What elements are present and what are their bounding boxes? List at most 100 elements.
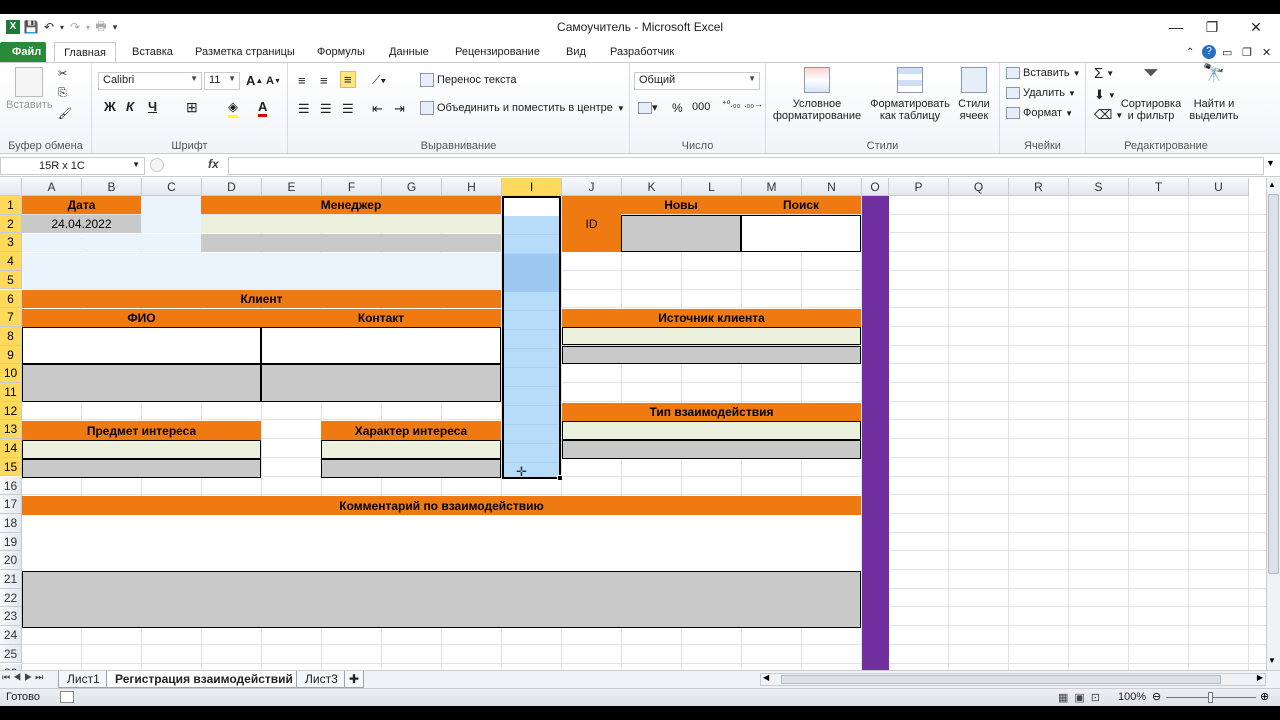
zoom-slider-thumb[interactable] xyxy=(1208,692,1213,703)
column-header-f[interactable]: F xyxy=(322,178,382,196)
contact-header[interactable]: Контакт xyxy=(261,309,501,327)
column-header-d[interactable]: D xyxy=(202,178,262,196)
zoom-level[interactable]: 100% xyxy=(1118,691,1146,703)
column-header-m[interactable]: M xyxy=(742,178,802,196)
row-header-3[interactable]: 3 xyxy=(0,233,22,253)
column-header-r[interactable]: R xyxy=(1009,178,1069,196)
column-header-a[interactable]: A xyxy=(22,178,82,196)
tab-developer[interactable]: Разработчик xyxy=(604,42,680,62)
align-center-icon[interactable]: ☰ xyxy=(320,101,332,117)
manager-value-2[interactable] xyxy=(201,234,501,252)
row-header-13[interactable]: 13 xyxy=(0,420,22,440)
align-left-icon[interactable]: ☰ xyxy=(298,101,310,117)
date-header[interactable]: Дата xyxy=(22,196,141,214)
zoom-in-icon[interactable]: ⊕ xyxy=(1260,690,1269,703)
sort-filter-button[interactable]: ⏷ Сортировка и фильтр xyxy=(1120,63,1182,122)
fio-value-1[interactable] xyxy=(22,327,261,364)
source-value-1[interactable] xyxy=(562,327,861,345)
column-header-g[interactable]: G xyxy=(382,178,442,196)
restore-icon[interactable]: ❐ xyxy=(1194,16,1230,38)
find-select-button[interactable]: 🔭 Найти и выделить xyxy=(1184,64,1244,122)
row-header-19[interactable]: 19 xyxy=(0,532,22,552)
decrease-decimal-icon[interactable]: .₀₀→ xyxy=(744,99,763,109)
contact-value-2[interactable] xyxy=(261,364,501,402)
row-header-17[interactable]: 17 xyxy=(0,495,22,514)
row-header-6[interactable]: 6 xyxy=(0,289,22,309)
insert-function-icon[interactable]: fx xyxy=(208,157,219,171)
workbook-close-icon[interactable]: ✕ xyxy=(1256,42,1277,62)
tab-view[interactable]: Вид xyxy=(560,42,592,62)
row-header-1[interactable]: 1 xyxy=(0,196,22,215)
font-name-select[interactable]: Calibri ▼ xyxy=(98,72,202,90)
font-color-icon[interactable]: A xyxy=(258,99,268,117)
clear-icon[interactable]: ⌫ ▼ xyxy=(1094,107,1123,123)
borders-icon[interactable]: ⊞ xyxy=(186,99,198,116)
tab-home[interactable]: Главная xyxy=(54,42,116,62)
workbook-restore-icon[interactable]: ❐ xyxy=(1236,42,1258,62)
insert-sheet-icon[interactable]: ✚ xyxy=(344,671,365,688)
horizontal-scrollbar[interactable]: ◀ ▶ xyxy=(760,673,1266,686)
id-label[interactable]: ID xyxy=(562,196,621,252)
source-value-2[interactable] xyxy=(562,346,861,364)
tab-data[interactable]: Данные xyxy=(383,42,435,62)
nature-value-1[interactable] xyxy=(321,440,501,459)
sheet-tab-3[interactable]: Лист3 xyxy=(296,671,347,688)
column-header-h[interactable]: H xyxy=(442,178,502,196)
fill-icon[interactable]: ⬇ ▼ xyxy=(1094,87,1116,103)
new-value[interactable] xyxy=(621,215,741,252)
row-header-16[interactable]: 16 xyxy=(0,476,22,496)
row-header-15[interactable]: 15 xyxy=(0,457,22,477)
tab-formulas[interactable]: Формулы xyxy=(311,42,371,62)
column-header-e[interactable]: E xyxy=(262,178,322,196)
orientation-icon[interactable]: ⟋▾ xyxy=(372,73,386,88)
date-value[interactable]: 24.04.2022 xyxy=(22,215,141,233)
row-header-7[interactable]: 7 xyxy=(0,308,22,327)
increase-indent-icon[interactable]: ⇥ xyxy=(394,101,405,117)
column-header-o[interactable]: O xyxy=(862,178,889,196)
row-header-10[interactable]: 10 xyxy=(0,364,22,383)
sheet-tab-2[interactable]: Регистрация взаимодействий xyxy=(106,671,302,688)
manager-value-1[interactable] xyxy=(201,215,501,233)
nature-header[interactable]: Характер интереса xyxy=(321,421,501,440)
interaction-type-value-1[interactable] xyxy=(562,421,861,440)
client-header[interactable]: Клиент xyxy=(22,290,501,308)
row-header-21[interactable]: 21 xyxy=(0,570,22,589)
row-header-23[interactable]: 23 xyxy=(0,607,22,627)
subject-value-2[interactable] xyxy=(22,459,261,478)
decrease-indent-icon[interactable]: ⇤ xyxy=(372,101,383,117)
fio-header[interactable]: ФИО xyxy=(22,309,261,327)
copy-icon[interactable]: ⎘ xyxy=(58,87,67,100)
font-size-select[interactable]: 11 ▼ xyxy=(204,72,240,90)
formula-input[interactable] xyxy=(228,157,1264,175)
column-header-s[interactable]: S xyxy=(1069,178,1129,196)
shrink-font-icon[interactable]: A ▼ xyxy=(266,75,281,87)
tab-page-layout[interactable]: Разметка страницы xyxy=(189,42,301,62)
search-value[interactable] xyxy=(741,215,861,252)
subject-value-1[interactable] xyxy=(22,440,261,459)
format-as-table-button[interactable]: Форматировать как таблицу xyxy=(868,67,952,122)
scroll-right-icon[interactable]: ▶ xyxy=(1257,673,1263,682)
row-header-12[interactable]: 12 xyxy=(0,401,22,421)
row-header-25[interactable]: 25 xyxy=(0,644,22,664)
align-top-icon[interactable]: ≡ xyxy=(298,73,306,88)
horizontal-scroll-thumb[interactable] xyxy=(781,675,1221,684)
row-header-24[interactable]: 24 xyxy=(0,626,22,645)
row-header-8[interactable]: 8 xyxy=(0,326,22,346)
percent-button[interactable]: % xyxy=(672,101,683,115)
align-middle-icon[interactable]: ≡ xyxy=(320,73,328,88)
view-buttons[interactable]: ▦▣⊡ xyxy=(1058,691,1106,704)
paste-button[interactable]: Вставить xyxy=(6,67,53,111)
row-header-22[interactable]: 22 xyxy=(0,588,22,608)
macro-record-icon[interactable] xyxy=(60,691,74,703)
vertical-scrollbar[interactable]: ▲ ▼ xyxy=(1266,178,1280,670)
autosum-button[interactable]: Σ ▼ xyxy=(1094,65,1114,82)
conditional-formatting-button[interactable]: Условное форматирование xyxy=(772,67,862,122)
bold-button[interactable]: Ж xyxy=(104,99,116,114)
column-header-n[interactable]: N xyxy=(802,178,862,196)
column-header-l[interactable]: L xyxy=(682,178,742,196)
comment-value-1[interactable] xyxy=(22,515,861,571)
select-all-corner[interactable] xyxy=(0,178,22,196)
sheet-nav-icons[interactable]: ⏮◀▶⏭ xyxy=(2,672,46,683)
insert-cells-button[interactable]: Вставить ▼ xyxy=(1006,67,1081,79)
scroll-up-icon[interactable]: ▲ xyxy=(1268,180,1276,189)
